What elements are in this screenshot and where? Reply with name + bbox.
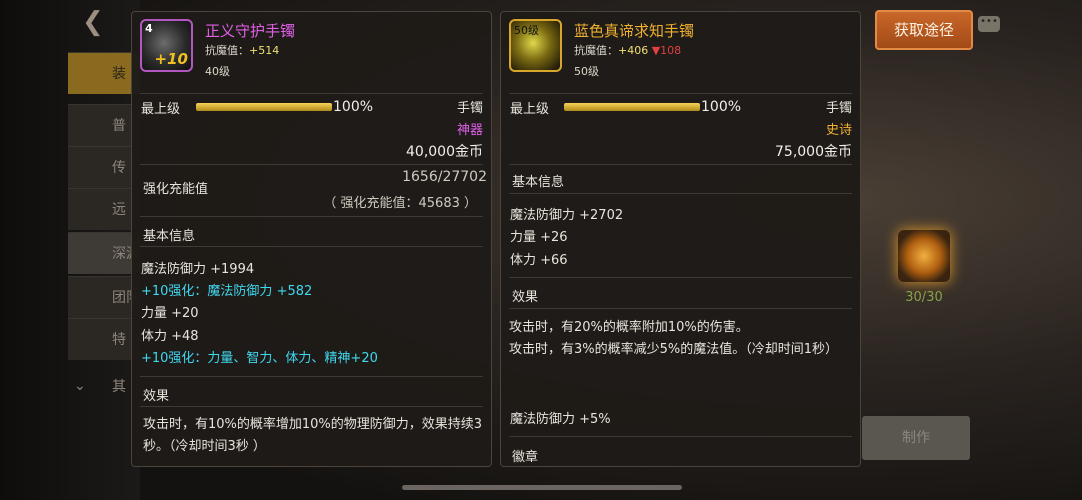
bg-tab-abyss[interactable]: 深渊 (68, 232, 140, 274)
scroll-handle[interactable] (402, 485, 682, 490)
grade-progress-percent: 100% (701, 99, 742, 115)
divider (140, 246, 483, 247)
bg-tab-label: 装 (112, 66, 126, 82)
divider (509, 277, 852, 278)
bg-tab-remote[interactable]: 远 (68, 188, 140, 230)
item-header: 4 +10 正义守护手镯 抗魔值：+514 40级 (132, 12, 491, 92)
equipped-item-panel: 4 +10 正义守护手镯 抗魔值：+514 40级 最上级 100% 手镯 神器… (131, 11, 492, 467)
grade-progress-percent: 100% (333, 99, 374, 115)
divider (509, 193, 852, 194)
bg-tab-normal[interactable]: 普 (68, 104, 140, 146)
make-button[interactable]: 制作 (862, 416, 970, 460)
bg-tab-label: 远 (112, 202, 126, 218)
bg-tab-label: 其 (112, 379, 126, 395)
effect-title: 效果 (512, 290, 539, 305)
basic-info-title: 基本信息 (143, 229, 196, 244)
divider (509, 436, 852, 437)
item-name: 正义守护手镯 (205, 22, 296, 40)
chat-icon[interactable]: ••• (978, 16, 1000, 32)
item-price: 40,000金币 (406, 144, 483, 160)
item-header: 50级 蓝色真谛求知手镯 抗魔值：+406 ▼108 50级 (501, 12, 860, 92)
divider (509, 308, 852, 309)
basic-info-title: 基本信息 (512, 175, 565, 190)
divider (509, 164, 852, 165)
back-arrow-icon[interactable]: ❮ (82, 8, 110, 36)
bg-tab-legend[interactable]: 传 (68, 146, 140, 188)
badge-title: 徽章 (512, 450, 539, 465)
divider (140, 406, 483, 407)
stat-line: 力量 +20 (141, 306, 199, 321)
icon-level-badge: 4 (145, 22, 153, 35)
bg-tab-label: 特 (112, 332, 126, 348)
max-grade-label: 最上级 (510, 102, 550, 117)
magic-defense-line: 魔法防御力 +5% (510, 412, 611, 427)
magic-resist: 抗魔值：+406 ▼108 (574, 42, 681, 58)
resist-value: +406 (618, 44, 649, 57)
item-slot: 手镯 (825, 101, 852, 116)
enhance-level-badge: +10 (154, 50, 188, 68)
icon-level-badge: 50级 (514, 24, 539, 37)
bg-tab-other[interactable]: 其 (68, 366, 140, 408)
effect-line: 攻击时，有20%的概率附加10%的伤害。 (509, 320, 749, 335)
item-level: 50级 (574, 65, 599, 78)
bg-tab-team[interactable]: 团队 (68, 276, 140, 318)
grade-progress-bar (196, 103, 332, 111)
grade-progress-bar (564, 103, 700, 111)
stat-line: 魔法防御力 +1994 (141, 262, 255, 277)
stat-line: 体力 +66 (510, 253, 568, 268)
effect-text: 攻击时，有10%的概率增加10%的物理防御力，效果持续3秒。（冷却时间3秒 ） (143, 417, 483, 454)
stat-line: 力量 +26 (510, 230, 568, 245)
max-grade-label: 最上级 (141, 102, 181, 117)
item-level: 40级 (205, 65, 230, 78)
divider (140, 93, 483, 94)
item-price: 75,000金币 (775, 144, 852, 160)
stat-line-enhance: +10强化：力量、智力、体力、精神+20 (141, 351, 378, 366)
bracelet-icon: 4 +10 (140, 19, 193, 72)
compare-item-panel: 50级 蓝色真谛求知手镯 抗魔值：+406 ▼108 50级 最上级 100% … (500, 11, 861, 467)
stat-line-enhance: +10强化：魔法防御力 +582 (141, 284, 313, 299)
resist-value: +514 (249, 44, 280, 57)
bg-tab-special[interactable]: 特 (68, 318, 140, 360)
effect-title: 效果 (143, 389, 170, 404)
crafted-count: 30/30 (905, 290, 943, 305)
bg-tab-equipment[interactable]: 装 (68, 52, 140, 94)
resist-label: 抗魔值： (205, 44, 249, 57)
item-tier: 神器 (456, 123, 483, 138)
bg-tab-label: 传 (112, 160, 126, 176)
item-name: 蓝色真谛求知手镯 (574, 22, 695, 40)
item-slot: 手镯 (456, 101, 483, 116)
resist-delta: ▼108 (651, 44, 682, 57)
divider (140, 216, 483, 217)
bg-tab-label: 普 (112, 118, 126, 134)
effect-line: 攻击时，有3%的概率减少5%的魔法值。（冷却时间1秒） (509, 342, 839, 357)
crafted-item-icon[interactable] (898, 230, 950, 282)
magic-resist: 抗魔值：+514 (205, 42, 279, 58)
item-tier: 史诗 (825, 123, 852, 138)
divider (140, 164, 483, 165)
enhance-progress: 1656/27702 (402, 169, 487, 185)
enhance-label: 强化充能值 (143, 182, 209, 197)
grade-progress-fill (196, 103, 332, 111)
resist-label: 抗魔值： (574, 44, 618, 57)
enhance-total: （ 强化充能值：45683 ） (323, 196, 477, 211)
divider (509, 93, 852, 94)
divider (140, 376, 483, 377)
stat-line: 魔法防御力 +2702 (510, 208, 624, 223)
bracelet-icon: 50级 (509, 19, 562, 72)
stat-line: 体力 +48 (141, 329, 199, 344)
get-source-button[interactable]: 获取途径 (875, 10, 973, 50)
grade-progress-fill (564, 103, 700, 111)
